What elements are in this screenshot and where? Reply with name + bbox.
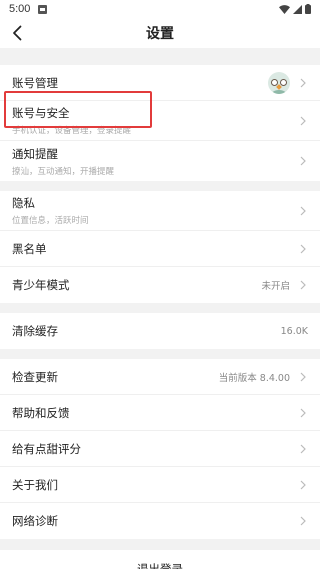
item-label: 帮助和反馈 — [12, 405, 70, 420]
privacy-group: 隐私 位置信息，活跃时间 黑名单 青少年模式 未开启 — [0, 191, 320, 303]
settings-item-help-feedback[interactable]: 帮助和反馈 — [0, 395, 320, 431]
chevron-right-icon — [298, 244, 308, 254]
chevron-right-icon — [298, 444, 308, 454]
item-label: 通知提醒 — [12, 146, 58, 161]
chevron-right-icon — [298, 408, 308, 418]
settings-item-about-us[interactable]: 关于我们 — [0, 467, 320, 503]
status-icons — [279, 4, 311, 14]
teen-mode-status: 未开启 — [261, 281, 290, 292]
chevron-right-icon — [298, 78, 308, 88]
about-group: 检查更新 当前版本 8.4.00 帮助和反馈 给有点甜评分 关于我们 网络诊断 — [0, 359, 320, 539]
item-subtitle: 撩汕，互动通知，开播提醒 — [12, 166, 115, 177]
item-label: 清除缓存 — [12, 324, 58, 338]
account-group: 账号管理 账号与安全 手机认证，设备管理，登录提醒 通知提醒 撩汕，互动通知，开… — [0, 65, 320, 181]
cache-size: 16.0K — [280, 325, 308, 337]
page-title: 设置 — [146, 26, 174, 42]
current-version: 当前版本 8.4.00 — [218, 372, 290, 384]
back-button[interactable] — [6, 21, 28, 45]
battery-icon — [305, 4, 311, 14]
settings-item-account-security[interactable]: 账号与安全 手机认证，设备管理，登录提醒 — [0, 101, 320, 141]
top-nav-bar: 设置 — [0, 18, 320, 48]
back-arrow-icon — [13, 25, 22, 41]
settings-item-check-update[interactable]: 检查更新 当前版本 8.4.00 — [0, 359, 320, 395]
avatar — [268, 71, 290, 94]
chevron-right-icon — [298, 156, 308, 166]
wifi-icon — [279, 4, 290, 14]
item-label: 隐私 — [12, 196, 35, 210]
settings-item-rate-app[interactable]: 给有点甜评分 — [0, 431, 320, 467]
item-label: 网络诊断 — [12, 514, 58, 528]
item-label: 黑名单 — [12, 241, 47, 256]
settings-item-teen-mode[interactable]: 青少年模式 未开启 — [0, 267, 320, 303]
status-bar: 5:00 — [0, 0, 320, 18]
item-subtitle: 位置信息，活跃时间 — [12, 216, 89, 226]
item-label: 关于我们 — [12, 477, 58, 492]
item-label: 账号与安全 — [12, 106, 70, 120]
chevron-right-icon — [298, 372, 308, 382]
signal-icon — [293, 4, 302, 14]
chevron-right-icon — [298, 516, 308, 526]
notification-icon — [38, 4, 48, 14]
status-time: 5:00 — [9, 3, 31, 15]
chevron-right-icon — [298, 280, 308, 290]
item-subtitle: 手机认证，设备管理，登录提醒 — [12, 126, 132, 136]
chevron-right-icon — [298, 480, 308, 490]
settings-item-clear-cache[interactable]: 清除缓存 16.0K — [0, 313, 320, 349]
item-label: 青少年模式 — [12, 278, 70, 292]
item-label: 给有点甜评分 — [12, 441, 81, 456]
chevron-right-icon — [298, 206, 308, 216]
settings-item-notifications[interactable]: 通知提醒 撩汕，互动通知，开播提醒 — [0, 141, 320, 181]
item-label: 检查更新 — [12, 369, 58, 384]
settings-item-account-management[interactable]: 账号管理 — [0, 65, 320, 101]
settings-item-blacklist[interactable]: 黑名单 — [0, 231, 320, 267]
cache-group: 清除缓存 16.0K — [0, 313, 320, 349]
item-label: 账号管理 — [12, 75, 58, 90]
logout-label: 退出登录 — [137, 562, 183, 569]
logout-button[interactable]: 退出登录 — [0, 550, 320, 569]
chevron-right-icon — [298, 116, 308, 126]
settings-item-network-diagnosis[interactable]: 网络诊断 — [0, 503, 320, 539]
settings-item-privacy[interactable]: 隐私 位置信息，活跃时间 — [0, 191, 320, 231]
